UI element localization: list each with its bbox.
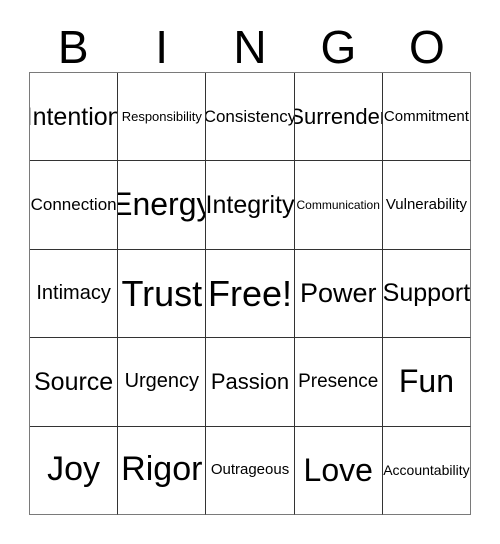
bingo-cell[interactable]: Source [30,338,119,427]
bingo-cell-label: Urgency [124,370,200,393]
bingo-cell[interactable]: Trust [118,249,207,339]
bingo-cell[interactable]: Outrageous [206,426,295,516]
bingo-cell-label: Love [303,451,373,488]
bingo-cell-label: Fun [398,363,454,400]
bingo-header-letter-o: O [408,21,445,73]
bingo-cell-label: Rigor [121,450,203,489]
bingo-cell[interactable]: Power [294,249,383,339]
bingo-cell-label: Communication [296,197,380,212]
bingo-cell-label: Surrender [294,104,383,130]
bingo-cell[interactable]: Joy [30,426,119,516]
bingo-cell[interactable]: Vulnerability [382,161,472,250]
bingo-cell[interactable]: Intention [30,73,119,162]
bingo-cell[interactable]: Commitment [382,73,472,162]
bingo-header-letter-b: B [57,21,89,73]
bingo-cell[interactable]: Urgency [118,338,207,427]
bingo-cell-label: Connection [30,195,117,215]
bingo-cell[interactable]: Responsibility [118,73,207,162]
bingo-cell[interactable]: Surrender [294,73,383,162]
bingo-header-letter-n: N [233,21,267,73]
bingo-header-letter-i: I [155,21,168,73]
bingo-cell[interactable]: Accountability [382,426,472,516]
bingo-cell[interactable]: Passion [206,338,295,427]
bingo-cell-label: Consistency [206,106,295,126]
bingo-cell-label: Accountability [383,461,470,478]
bingo-cell-label: Integrity [206,190,295,219]
bingo-cell[interactable]: Consistency [206,73,295,162]
bingo-cell-label: Free! [207,272,293,314]
bingo-row: Joy Rigor Outrageous Love Accountability [30,426,472,516]
bingo-cell[interactable]: Communication [294,161,383,250]
bingo-cell-label: Commitment [383,107,469,125]
bingo-row: Source Urgency Passion Presence Fun [30,338,472,427]
bingo-cell-label: Intimacy [36,282,111,305]
bingo-cell-label: Source [33,367,114,396]
bingo-cell-label: Trust [121,272,203,314]
bingo-header-row: B I N G O [29,22,471,72]
bingo-cell-label: Passion [210,369,290,395]
bingo-cell[interactable]: Support [382,249,472,339]
bingo-cell-label: Vulnerability [385,196,467,214]
bingo-cell[interactable]: Connection [30,161,119,250]
bingo-cell[interactable]: Presence [294,338,383,427]
bingo-row: Connection Energy Integrity Communicatio… [30,161,472,250]
bingo-cell-label: Intention [30,102,119,131]
bingo-cell-label: Outrageous [210,461,290,479]
bingo-cell-label: Support [382,279,471,308]
bingo-card: B I N G O Intention Responsibility Consi… [0,0,500,544]
bingo-cell[interactable]: Love [294,426,383,516]
bingo-cell-label: Presence [298,370,379,392]
bingo-cell[interactable]: Energy [118,161,207,250]
bingo-cell[interactable]: Integrity [206,161,295,250]
bingo-cell-label: Responsibility [121,108,202,124]
bingo-cell-label: Power [299,278,377,309]
bingo-grid: Intention Responsibility Consistency Sur… [29,72,472,516]
bingo-header-letter-g: G [320,21,357,73]
bingo-row: Intention Responsibility Consistency Sur… [30,73,472,162]
bingo-cell[interactable]: Intimacy [30,249,119,339]
bingo-cell-free-space[interactable]: Free! [206,249,295,339]
bingo-row: Intimacy Trust Free! Power Support [30,249,472,339]
bingo-cell[interactable]: Fun [382,338,472,427]
bingo-cell[interactable]: Rigor [118,426,207,516]
bingo-cell-label: Joy [47,450,101,489]
bingo-cell-label: Energy [118,186,205,223]
